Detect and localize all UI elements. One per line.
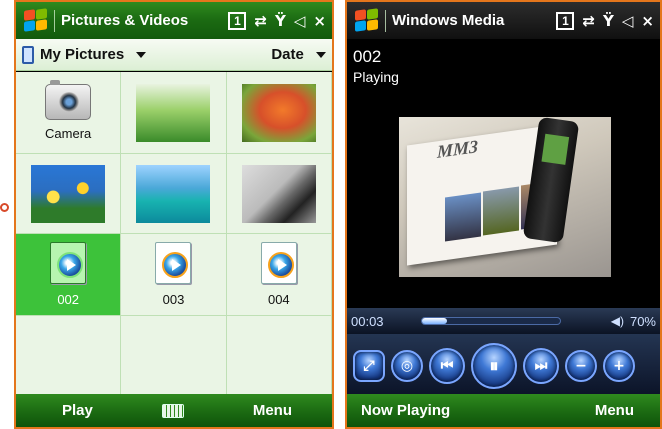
volume-up-button[interactable]: + bbox=[603, 350, 635, 382]
video-content-image bbox=[445, 192, 481, 242]
volume-down-button[interactable]: − bbox=[565, 350, 597, 382]
softkey-bar: Now Playing Menu bbox=[347, 394, 660, 427]
signal-icon[interactable]: Ÿ bbox=[275, 12, 286, 30]
globe-icon: ◎ bbox=[400, 358, 414, 374]
skip-back-icon: ⏮ bbox=[440, 358, 454, 374]
title-separator bbox=[385, 9, 386, 32]
skip-forward-icon: ⏭ bbox=[534, 358, 548, 374]
seek-row: 00:03 ◀) 70% bbox=[347, 308, 660, 334]
item-label: 003 bbox=[162, 292, 185, 307]
video-file-icon bbox=[50, 242, 87, 284]
signal-icon[interactable]: Ÿ bbox=[603, 12, 614, 30]
pictures-videos-screen: Pictures & Videos 1 ⇄ Ÿ ◁ × My Pictures … bbox=[14, 0, 334, 429]
keyboard-icon[interactable] bbox=[161, 403, 184, 418]
sort-label: Date bbox=[271, 46, 304, 63]
windows-media-screen: Windows Media 1 ⇄ Ÿ ◁ × 002 Playing MM3 … bbox=[345, 0, 662, 429]
grid-empty-cell bbox=[121, 316, 227, 398]
volume-readout: ◀) 70% bbox=[611, 314, 656, 329]
photo-thumbnail bbox=[31, 164, 106, 223]
grid-item-photo-beach[interactable] bbox=[121, 154, 227, 234]
grid-item-video-004[interactable]: 004 bbox=[226, 234, 332, 316]
fullscreen-button[interactable]: ⤢ bbox=[353, 350, 385, 382]
close-icon[interactable]: × bbox=[641, 12, 654, 30]
status-bar: Windows Media 1 ⇄ Ÿ ◁ × bbox=[347, 2, 660, 39]
menu-softkey[interactable]: Menu bbox=[253, 402, 292, 419]
side-indicator-dot bbox=[0, 203, 9, 212]
app-title: Pictures & Videos bbox=[61, 12, 189, 29]
elapsed-time: 00:03 bbox=[351, 313, 384, 329]
next-button[interactable]: ⏭ bbox=[523, 348, 559, 384]
notification-badge[interactable]: 1 bbox=[228, 11, 247, 30]
chevron-down-icon bbox=[316, 52, 326, 59]
folder-name: My Pictures bbox=[40, 46, 125, 63]
item-label: 002 bbox=[57, 292, 80, 307]
media-info: 002 Playing bbox=[347, 39, 660, 99]
sort-selector[interactable]: Date bbox=[271, 46, 326, 63]
close-icon[interactable]: × bbox=[313, 12, 326, 30]
playback-controls: ⤢ ◎ ⏮ ⏸ ⏭ − + bbox=[347, 334, 660, 398]
status-icons: 1 ⇄ Ÿ ◁ × bbox=[228, 11, 326, 30]
grid-item-photo-grass[interactable] bbox=[121, 72, 227, 154]
grid-item-photo-mm3[interactable] bbox=[226, 154, 332, 234]
grid-item-photo-leaf[interactable] bbox=[226, 72, 332, 154]
library-button[interactable]: ◎ bbox=[391, 350, 423, 382]
title-separator bbox=[54, 9, 55, 32]
video-file-icon bbox=[260, 242, 297, 284]
item-label: 004 bbox=[267, 292, 290, 307]
folder-selector[interactable]: My Pictures bbox=[40, 46, 271, 63]
grid-empty-cell bbox=[16, 316, 122, 398]
play-softkey[interactable]: Play bbox=[62, 402, 93, 419]
video-file-icon bbox=[155, 242, 192, 284]
volume-icon[interactable]: ◁ bbox=[622, 12, 634, 30]
speaker-icon: ◀) bbox=[610, 314, 624, 328]
device-icon bbox=[22, 45, 34, 64]
status-icons: 1 ⇄ Ÿ ◁ × bbox=[556, 11, 654, 30]
seek-thumb[interactable] bbox=[422, 318, 447, 324]
minus-icon: − bbox=[575, 358, 587, 374]
video-frame[interactable]: MM3 bbox=[399, 117, 611, 277]
connectivity-icon[interactable]: ⇄ bbox=[254, 12, 267, 30]
pause-icon: ⏸ bbox=[489, 355, 499, 377]
chevron-down-icon bbox=[136, 52, 147, 59]
photo-thumbnail bbox=[241, 83, 316, 142]
grid-item-video-003[interactable]: 003 bbox=[121, 234, 227, 316]
previous-button[interactable]: ⏮ bbox=[429, 348, 465, 384]
folder-bar: My Pictures Date bbox=[16, 39, 332, 71]
video-content-image bbox=[483, 186, 519, 236]
status-bar: Pictures & Videos 1 ⇄ Ÿ ◁ × bbox=[16, 2, 332, 39]
now-playing-softkey[interactable]: Now Playing bbox=[361, 402, 450, 419]
item-label: Camera bbox=[45, 126, 92, 141]
photo-thumbnail bbox=[136, 83, 211, 142]
photo-thumbnail bbox=[136, 164, 211, 223]
windows-start-icon[interactable] bbox=[22, 7, 48, 33]
menu-softkey[interactable]: Menu bbox=[595, 402, 634, 419]
grid-item-photo-flowers[interactable] bbox=[16, 154, 122, 234]
playback-state: Playing bbox=[353, 69, 399, 85]
volume-icon[interactable]: ◁ bbox=[294, 12, 306, 30]
seek-bar[interactable] bbox=[421, 317, 561, 325]
pause-button[interactable]: ⏸ bbox=[471, 343, 517, 389]
notification-badge[interactable]: 1 bbox=[556, 11, 575, 30]
track-title: 002 bbox=[353, 47, 382, 66]
photo-thumbnail bbox=[241, 164, 316, 223]
grid-empty-cell bbox=[226, 316, 332, 398]
app-title: Windows Media bbox=[392, 12, 505, 29]
camera-icon bbox=[45, 80, 92, 120]
thumbnail-grid: Camera 002 003 004 bbox=[16, 72, 332, 398]
grid-item-camera[interactable]: Camera bbox=[16, 72, 122, 154]
volume-percent: 70% bbox=[629, 313, 656, 329]
softkey-bar: Play Menu bbox=[16, 394, 332, 427]
fullscreen-icon: ⤢ bbox=[363, 358, 375, 374]
windows-start-icon[interactable] bbox=[353, 7, 379, 33]
plus-icon: + bbox=[613, 358, 625, 374]
grid-item-video-002[interactable]: 002 bbox=[16, 234, 122, 316]
connectivity-icon[interactable]: ⇄ bbox=[582, 12, 595, 30]
